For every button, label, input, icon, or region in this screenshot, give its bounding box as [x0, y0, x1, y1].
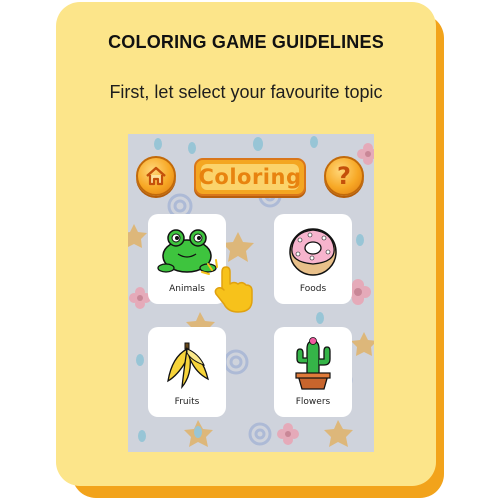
topic-flowers[interactable]: Flowers — [274, 327, 352, 417]
topic-fruits[interactable]: Fruits — [148, 327, 226, 417]
instruction-text: First, let select your favourite topic — [109, 82, 383, 102]
home-icon — [146, 166, 166, 186]
topic-label: Flowers — [295, 397, 331, 407]
donut-icon — [289, 228, 337, 276]
topic-label: Fruits — [174, 397, 200, 407]
cactus-icon — [295, 337, 331, 390]
help-button[interactable]: ? — [324, 156, 364, 196]
banana-icon — [167, 342, 209, 390]
topic-label: Foods — [299, 284, 327, 294]
title-banner: Coloring — [194, 158, 306, 196]
question-icon: ? — [337, 162, 351, 190]
page-title: COLORING GAME GUIDELINES — [108, 32, 384, 52]
home-button[interactable] — [136, 156, 176, 196]
game-screen: Coloring ? Animals Foods Fruits Flowers — [128, 134, 374, 452]
pointing-hand-icon — [201, 259, 253, 313]
banner-title: Coloring — [198, 165, 302, 189]
topic-foods[interactable]: Foods — [274, 214, 352, 304]
